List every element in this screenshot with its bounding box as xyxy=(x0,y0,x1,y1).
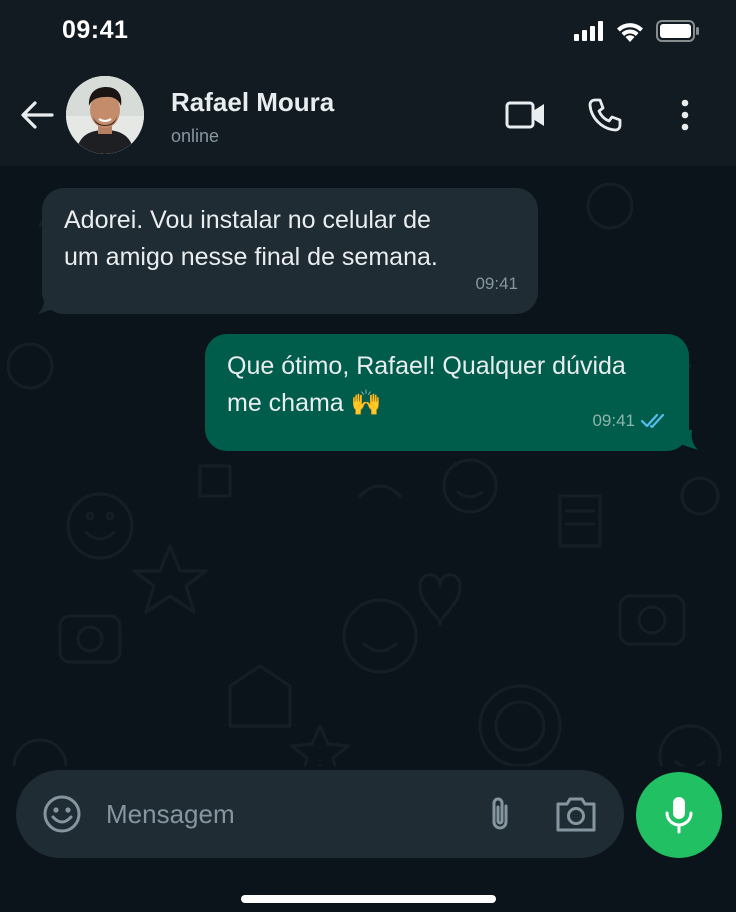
more-options-button[interactable] xyxy=(662,92,708,138)
message-meta: 09:41 xyxy=(592,402,669,439)
attach-icon xyxy=(492,797,508,830)
message-text: Adorei. Vou instalar no celular de um am… xyxy=(64,206,438,271)
chat-header: Rafael Moura online xyxy=(0,62,736,166)
back-arrow-icon xyxy=(21,101,54,129)
composer xyxy=(0,766,736,912)
avatar-photo xyxy=(66,76,144,154)
microphone-icon xyxy=(665,797,693,834)
cellular-signal-icon xyxy=(574,21,603,41)
wifi-icon xyxy=(617,22,643,42)
avatar[interactable] xyxy=(66,76,144,154)
message-incoming[interactable]: Adorei. Vou instalar no celular de um am… xyxy=(42,188,538,314)
phone-call-icon xyxy=(588,98,622,132)
chat-screen: 09:41 Rafael Moura online Adorei. Vou in… xyxy=(0,0,736,912)
back-button[interactable] xyxy=(16,94,58,136)
more-options-icon xyxy=(681,99,689,131)
message-input-container xyxy=(16,770,624,858)
voice-call-button[interactable] xyxy=(582,92,628,138)
attach-button[interactable] xyxy=(480,794,520,834)
message-input[interactable] xyxy=(106,792,466,836)
video-call-icon xyxy=(505,101,544,129)
contact-name[interactable]: Rafael Moura xyxy=(171,87,334,118)
message-meta: 09:41 xyxy=(475,265,518,302)
message-list[interactable]: Adorei. Vou instalar no celular de um am… xyxy=(0,166,736,766)
message-time: 09:41 xyxy=(592,411,635,430)
status-icons xyxy=(574,20,700,42)
message-outgoing[interactable]: Que ótimo, Rafael! Qualquer dúvida me ch… xyxy=(205,334,689,451)
battery-icon xyxy=(656,20,699,42)
status-time: 09:41 xyxy=(62,16,129,44)
status-bar: 09:41 xyxy=(0,0,736,62)
voice-message-button[interactable] xyxy=(636,772,722,858)
double-check-read-icon xyxy=(641,413,665,428)
camera-icon xyxy=(556,797,596,832)
emoji-icon xyxy=(43,795,81,833)
camera-button[interactable] xyxy=(554,794,598,834)
home-indicator xyxy=(241,895,496,903)
contact-status: online xyxy=(171,126,220,146)
message-time: 09:41 xyxy=(475,274,518,293)
video-call-button[interactable] xyxy=(503,92,549,138)
emoji-button[interactable] xyxy=(42,794,82,834)
